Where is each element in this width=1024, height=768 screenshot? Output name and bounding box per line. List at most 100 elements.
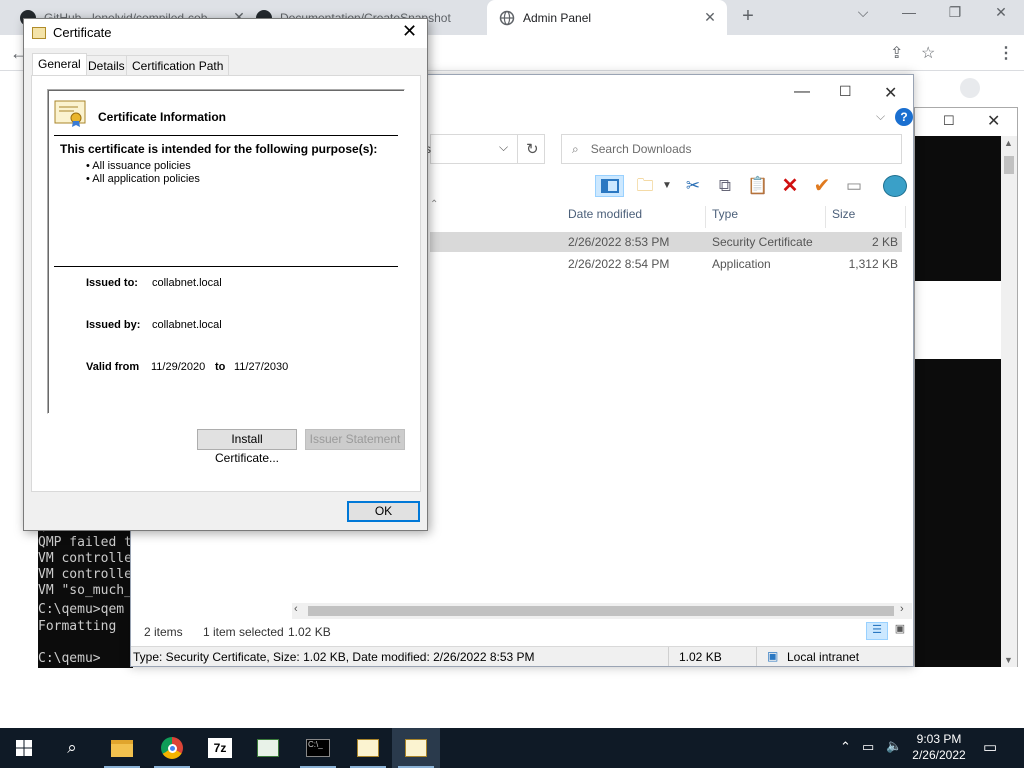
tab-details[interactable]: Details — [82, 55, 131, 75]
restore-icon[interactable]: ❐ — [940, 4, 970, 21]
cut-icon[interactable]: ✂ — [682, 175, 704, 197]
dialog-title: Certificate — [53, 25, 112, 40]
address-dropdown-icon[interactable]: ⌵ — [499, 140, 508, 155]
purpose-item: • All issuance policies — [86, 160, 191, 172]
search-icon[interactable]: ⌕ — [48, 728, 96, 768]
ribbon-expand-icon[interactable]: ⌵ — [876, 109, 885, 124]
file-date: 2/26/2022 8:54 PM — [568, 257, 670, 271]
taskbar-app-certificate[interactable] — [344, 728, 392, 768]
tab-certification-path[interactable]: Certification Path — [126, 55, 230, 75]
certificate-heading: Certificate Information — [98, 110, 227, 124]
intranet-icon: ▣ — [767, 649, 779, 663]
file-explorer-icon — [111, 739, 133, 757]
column-header-type[interactable]: Type — [706, 206, 826, 228]
new-tab-button[interactable]: + — [733, 5, 763, 28]
close-icon[interactable]: ✕ — [402, 21, 417, 42]
file-row-application[interactable]: 2/26/2022 8:54 PM Application 1,312 KB — [430, 254, 902, 274]
notepad-icon — [257, 739, 279, 757]
share-icon[interactable]: ⇪ — [890, 43, 903, 63]
tab-admin-panel[interactable]: Admin Panel ✕ — [487, 0, 727, 35]
address-bar[interactable]: s ⌵ ↻ — [425, 134, 545, 164]
console-output — [915, 136, 1001, 281]
sort-up-icon: ⌃ — [430, 199, 439, 210]
7zip-icon: 7z — [208, 738, 232, 758]
console-scrollbar[interactable]: ▲ ▼ — [1001, 136, 1017, 667]
paste-icon[interactable]: 📋 — [747, 175, 769, 197]
network-icon[interactable]: ▭ — [862, 739, 874, 755]
start-button[interactable] — [0, 728, 48, 768]
large-icons-view-icon[interactable]: ▣ — [890, 622, 910, 640]
clock[interactable]: 9:03 PM 2/26/2022 — [908, 732, 970, 762]
console-prompt: C:\qemu> — [38, 651, 101, 666]
help-icon[interactable]: ? — [895, 108, 913, 126]
console-restore-icon[interactable]: ☐ — [943, 113, 955, 129]
console-window: ☐ ✕ ▲ ▼ — [914, 107, 1018, 667]
tray-overflow-icon[interactable]: ⌃ — [840, 739, 851, 755]
issued-by-value: collabnet.local — [152, 319, 222, 331]
tab-title: Admin Panel — [523, 10, 592, 25]
file-row-certificate[interactable]: 2/26/2022 8:53 PM Security Certificate 2… — [430, 232, 902, 252]
minimize-icon[interactable]: — — [794, 83, 810, 101]
refresh-icon[interactable]: ↻ — [526, 140, 539, 158]
menu-icon[interactable]: ⋮ — [998, 43, 1014, 63]
delete-icon[interactable]: ✕ — [779, 175, 801, 197]
dropdown-arrow-icon[interactable]: ▼ — [660, 175, 674, 197]
close-window-icon[interactable]: ✕ — [884, 83, 897, 103]
taskbar-app-chrome[interactable] — [148, 728, 196, 768]
ok-button[interactable]: OK — [347, 501, 420, 522]
maximize-icon[interactable]: ☐ — [839, 83, 852, 100]
chrome-icon — [161, 737, 183, 759]
details-text: Type: Security Certificate, Size: 1.02 K… — [133, 650, 535, 664]
bookmark-star-icon[interactable]: ☆ — [921, 43, 935, 63]
volume-icon[interactable]: 🔈 — [886, 738, 902, 754]
taskbar-app-notepad[interactable] — [244, 728, 292, 768]
tab-search-icon[interactable]: ⌵ — [848, 4, 878, 21]
purpose-heading: This certificate is intended for the fol… — [60, 142, 378, 156]
close-window-icon[interactable]: ✕ — [986, 4, 1016, 21]
status-selected-size: 1.02 KB — [288, 625, 331, 639]
copy-icon[interactable]: ⧉ — [714, 175, 736, 197]
scroll-right-icon[interactable]: › — [900, 603, 904, 615]
close-tab-icon[interactable]: ✕ — [701, 9, 719, 26]
console-close-icon[interactable]: ✕ — [987, 111, 1000, 131]
column-header-size[interactable]: Size — [826, 206, 906, 228]
console-line: VM controlle — [38, 567, 132, 582]
network-globe-icon[interactable] — [883, 175, 907, 197]
search-icon: ⌕ — [572, 141, 579, 156]
certificate-icon — [32, 27, 46, 39]
scroll-left-icon[interactable]: ‹ — [294, 603, 298, 615]
certificate-info-icon — [54, 100, 86, 127]
preview-pane-icon[interactable] — [595, 175, 624, 197]
install-certificate-button[interactable]: Install Certificate... — [197, 429, 297, 465]
taskbar-app-certificate-active[interactable] — [392, 728, 440, 768]
taskbar-app-file-explorer[interactable] — [98, 728, 146, 768]
column-header-date[interactable]: Date modified — [562, 206, 706, 228]
details-bar: Type: Security Certificate, Size: 1.02 K… — [131, 646, 913, 666]
file-type: Application — [712, 257, 771, 271]
status-item-count: 2 items — [144, 625, 183, 639]
clock-time: 9:03 PM — [916, 732, 962, 746]
divider — [54, 266, 398, 267]
tab-general[interactable]: General — [32, 53, 87, 75]
new-folder-icon[interactable]: 🗀 — [634, 175, 656, 197]
taskbar-app-terminal[interactable]: C:\_ — [294, 728, 342, 768]
console-line: VM "so_much_ — [38, 583, 132, 598]
horizontal-scrollbar[interactable]: ‹ › — [292, 603, 912, 619]
valid-to-label: to — [215, 361, 226, 373]
notifications-icon[interactable]: ▭ — [983, 738, 997, 756]
rename-check-icon[interactable]: ✔ — [811, 175, 833, 197]
console-output: QMP connec QMP failed t VM controlle VM … — [38, 520, 133, 668]
search-placeholder: Search Downloads — [590, 142, 692, 156]
taskbar-app-7zip[interactable]: 7z — [196, 728, 244, 768]
search-input[interactable]: ⌕ Search Downloads — [561, 134, 902, 164]
general-tab-panel: Certificate Information This certificate… — [31, 75, 421, 492]
issuer-statement-button[interactable]: Issuer Statement — [305, 429, 405, 450]
profile-avatar[interactable] — [960, 78, 980, 98]
windows-logo-icon — [16, 740, 32, 756]
minimize-icon[interactable]: — — [894, 4, 924, 20]
purpose-item: • All application policies — [86, 173, 200, 185]
details-view-icon[interactable]: ☰ — [866, 622, 888, 640]
scroll-thumb[interactable] — [308, 606, 894, 616]
security-zone-label: Local intranet — [787, 650, 860, 664]
properties-icon[interactable]: ▭ — [843, 175, 865, 197]
